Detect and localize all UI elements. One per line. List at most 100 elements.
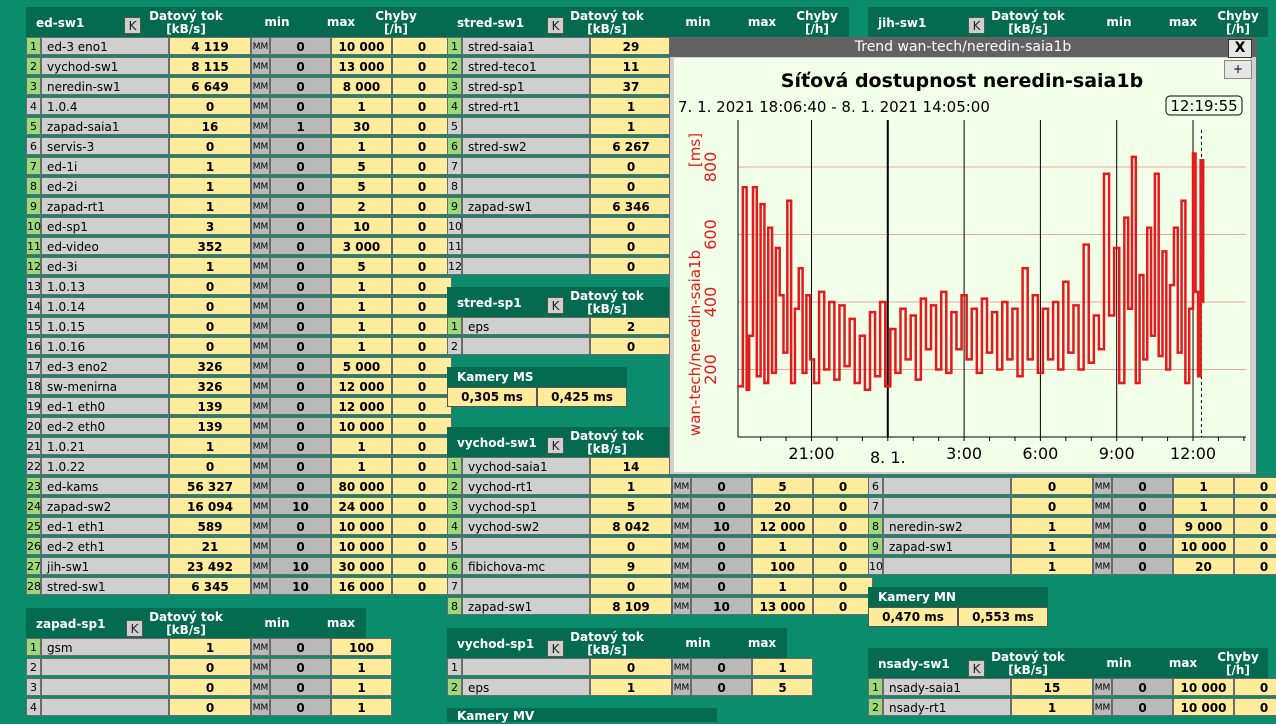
- k-button[interactable]: K: [547, 640, 564, 657]
- row-min[interactable]: 0: [691, 678, 752, 696]
- row-min[interactable]: 0: [270, 197, 331, 215]
- row-min[interactable]: 0: [1112, 537, 1173, 555]
- close-button[interactable]: X: [1228, 39, 1252, 58]
- row-max[interactable]: 5: [331, 177, 392, 195]
- row-min[interactable]: 0: [270, 337, 331, 355]
- row-min[interactable]: 0: [691, 577, 752, 595]
- row-max[interactable]: 1: [331, 97, 392, 115]
- row-max[interactable]: 20: [752, 497, 813, 515]
- row-max[interactable]: 10: [331, 217, 392, 235]
- row-min[interactable]: 0: [691, 658, 752, 676]
- row-min[interactable]: 0: [1112, 477, 1173, 495]
- row-min[interactable]: 0: [270, 177, 331, 195]
- row-max[interactable]: 13 000: [331, 57, 392, 75]
- row-max[interactable]: 5: [331, 257, 392, 275]
- row-min[interactable]: 0: [270, 217, 331, 235]
- row-min[interactable]: 0: [270, 157, 331, 175]
- row-min[interactable]: 0: [270, 698, 331, 716]
- row-min[interactable]: 0: [270, 457, 331, 475]
- row-max[interactable]: 1: [752, 658, 813, 676]
- row-min[interactable]: 0: [270, 257, 331, 275]
- trend-titlebar[interactable]: Trend wan-tech/neredin-saia1b: [670, 38, 1256, 57]
- row-max[interactable]: 10 000: [1173, 698, 1234, 716]
- row-min[interactable]: 0: [270, 57, 331, 75]
- row-max[interactable]: 1: [1173, 497, 1234, 515]
- row-min[interactable]: 0: [270, 377, 331, 395]
- row-min[interactable]: 0: [270, 477, 331, 495]
- row-min[interactable]: 10: [270, 557, 331, 575]
- row-max[interactable]: 8 000: [331, 77, 392, 95]
- row-min[interactable]: 0: [691, 537, 752, 555]
- row-min[interactable]: 0: [270, 137, 331, 155]
- row-min[interactable]: 10: [691, 517, 752, 535]
- row-max[interactable]: 2: [331, 197, 392, 215]
- row-max[interactable]: 9 000: [1173, 517, 1234, 535]
- row-max[interactable]: 10 000: [331, 37, 392, 55]
- row-min[interactable]: 0: [1112, 497, 1173, 515]
- row-min[interactable]: 0: [691, 557, 752, 575]
- k-button[interactable]: K: [126, 620, 143, 637]
- row-max[interactable]: 5: [752, 477, 813, 495]
- row-min[interactable]: 0: [270, 537, 331, 555]
- row-max[interactable]: 100: [331, 638, 392, 656]
- row-min[interactable]: 0: [270, 97, 331, 115]
- row-min[interactable]: 0: [270, 297, 331, 315]
- k-button[interactable]: K: [547, 297, 564, 314]
- row-max[interactable]: 1: [331, 698, 392, 716]
- row-max[interactable]: 10 000: [331, 537, 392, 555]
- row-min[interactable]: 0: [270, 517, 331, 535]
- row-max[interactable]: 1: [331, 137, 392, 155]
- row-min[interactable]: 1: [270, 117, 331, 135]
- row-min[interactable]: 0: [1112, 557, 1173, 575]
- row-max[interactable]: 100: [752, 557, 813, 575]
- row-max[interactable]: 30: [331, 117, 392, 135]
- k-button[interactable]: K: [968, 660, 985, 677]
- row-max[interactable]: 10 000: [1173, 537, 1234, 555]
- row-max[interactable]: 10 000: [331, 517, 392, 535]
- row-max[interactable]: 5: [752, 678, 813, 696]
- row-max[interactable]: 13 000: [752, 597, 813, 615]
- row-min[interactable]: 0: [270, 437, 331, 455]
- row-max[interactable]: 10 000: [1173, 678, 1234, 696]
- row-max[interactable]: 24 000: [331, 497, 392, 515]
- row-min[interactable]: 10: [270, 577, 331, 595]
- k-button[interactable]: K: [124, 17, 141, 34]
- row-min[interactable]: 0: [270, 357, 331, 375]
- row-min[interactable]: 0: [691, 477, 752, 495]
- row-max[interactable]: 1: [331, 658, 392, 676]
- row-min[interactable]: 0: [270, 237, 331, 255]
- row-max[interactable]: 1: [331, 457, 392, 475]
- k-button[interactable]: K: [968, 17, 985, 34]
- row-min[interactable]: 0: [270, 397, 331, 415]
- row-max[interactable]: 16 000: [331, 577, 392, 595]
- row-max[interactable]: 1: [331, 337, 392, 355]
- row-min[interactable]: 10: [270, 497, 331, 515]
- row-min[interactable]: 0: [1112, 517, 1173, 535]
- row-min[interactable]: 0: [270, 77, 331, 95]
- row-max[interactable]: 1: [331, 297, 392, 315]
- row-min[interactable]: 0: [270, 658, 331, 676]
- row-max[interactable]: 80 000: [331, 477, 392, 495]
- row-min[interactable]: 0: [691, 497, 752, 515]
- row-max[interactable]: 12 000: [331, 397, 392, 415]
- k-button[interactable]: K: [547, 17, 564, 34]
- row-max[interactable]: 12 000: [331, 377, 392, 395]
- row-max[interactable]: 1: [1173, 477, 1234, 495]
- row-max[interactable]: 1: [331, 437, 392, 455]
- trend-window[interactable]: Trend wan-tech/neredin-saia1b X Síťová d…: [669, 37, 1257, 475]
- row-min[interactable]: 0: [270, 277, 331, 295]
- row-max[interactable]: 1: [752, 577, 813, 595]
- row-max[interactable]: 1: [331, 317, 392, 335]
- row-min[interactable]: 0: [270, 37, 331, 55]
- row-min[interactable]: 10: [691, 597, 752, 615]
- row-max[interactable]: 10 000: [331, 417, 392, 435]
- row-min[interactable]: 0: [270, 417, 331, 435]
- row-min[interactable]: 0: [270, 678, 331, 696]
- row-max[interactable]: 20: [1173, 557, 1234, 575]
- row-min[interactable]: 0: [270, 317, 331, 335]
- row-min[interactable]: 0: [270, 638, 331, 656]
- row-max[interactable]: 1: [752, 537, 813, 555]
- row-max[interactable]: 5: [331, 157, 392, 175]
- row-max[interactable]: 30 000: [331, 557, 392, 575]
- row-max[interactable]: 5 000: [331, 357, 392, 375]
